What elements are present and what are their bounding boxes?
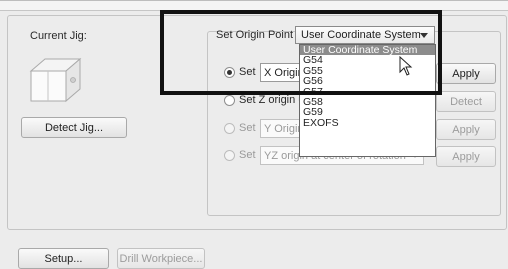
origin-point-dropdown-list[interactable]: User Coordinate System G54 G55 G56 G57 G… [299,44,436,157]
setup-button[interactable]: Setup... [18,248,109,269]
jig-image-icon [29,57,82,103]
chevron-down-icon [420,33,428,38]
mouse-pointer-icon [399,56,413,76]
set-origin-label: Set Origin Point [216,29,294,41]
apply-yz-button[interactable]: Apply [436,146,496,167]
y-origin-combo[interactable]: Y Origin [260,119,304,138]
y-origin-combo-value: Y Origin [264,122,304,135]
x-origin-combo-value: X Origin [264,66,304,79]
dropdown-option-exofs[interactable]: EXOFS [300,117,435,128]
apply-y-button[interactable]: Apply [436,119,496,140]
set-yz-origin-radio[interactable] [224,150,235,161]
top-strip [0,1,508,11]
origin-point-select-value: User Coordinate System [301,29,421,41]
set-x-origin-radio[interactable] [224,67,235,78]
set-z-origin-label: Set Z origin u [239,94,299,106]
dropdown-option-g56[interactable]: G56 [300,76,435,87]
origin-setup-dialog: Current Jig: Detect Jig... Set Origin Po… [0,0,508,269]
origin-point-select[interactable]: User Coordinate System [295,26,435,44]
set-y-origin-label: Set [239,122,256,134]
apply-x-button[interactable]: Apply [436,63,496,84]
x-origin-combo[interactable]: X Origin [260,63,304,82]
set-z-origin-radio[interactable] [224,95,235,106]
drill-workpiece-button[interactable]: Drill Workpiece... [117,248,205,269]
current-jig-label: Current Jig: [30,30,87,42]
detect-jig-button[interactable]: Detect Jig... [21,117,127,138]
set-x-origin-label: Set [239,66,256,78]
detect-z-button[interactable]: Detect [436,91,496,112]
set-yz-origin-label: Set [239,149,256,161]
set-y-origin-radio[interactable] [224,123,235,134]
